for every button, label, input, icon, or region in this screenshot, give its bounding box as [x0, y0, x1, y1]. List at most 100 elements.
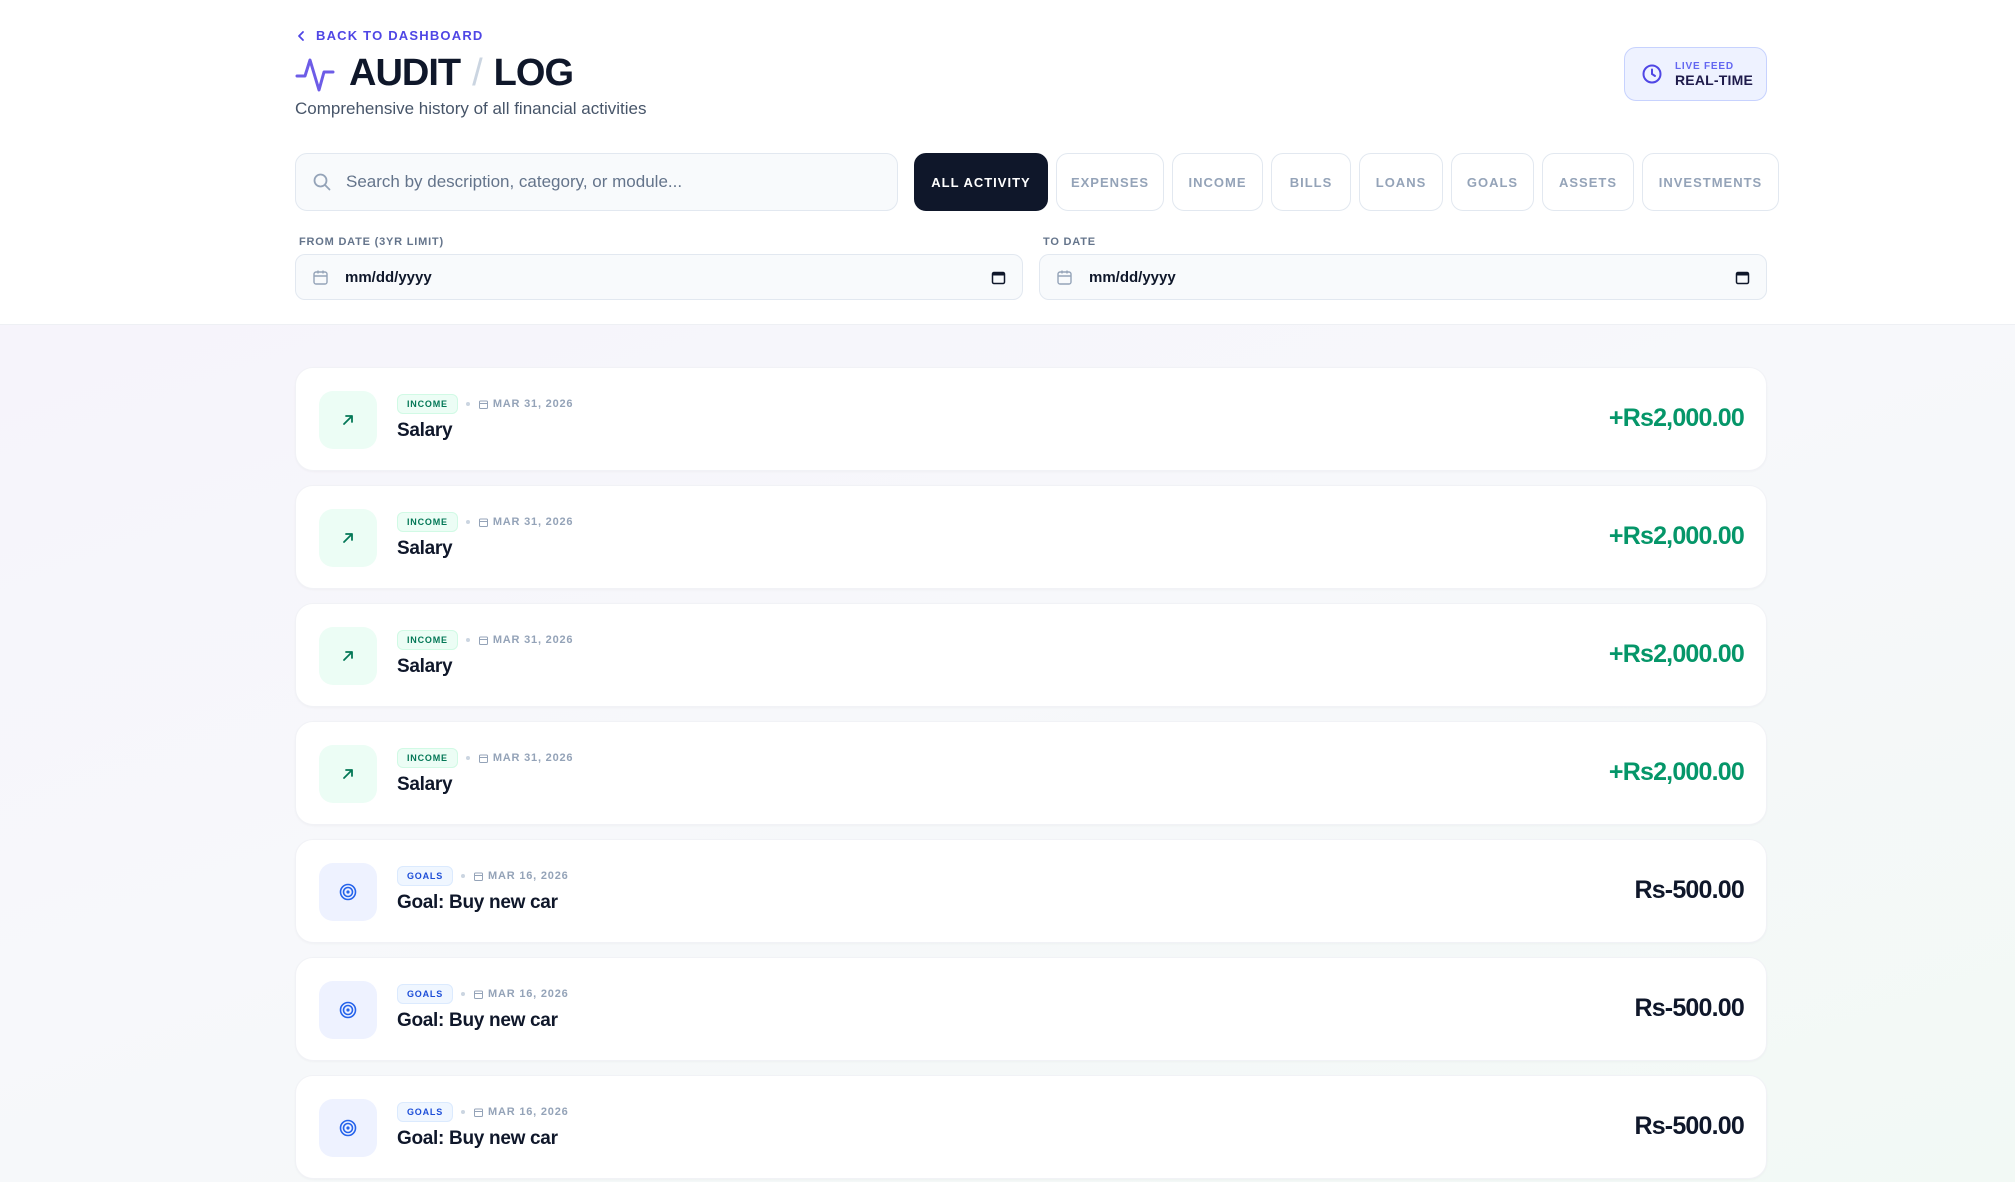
entry-icon-box: [319, 391, 377, 449]
title-audit: AUDIT: [349, 52, 461, 94]
entry-description: Salary: [397, 420, 453, 441]
arrow-up-right-icon: [343, 533, 353, 543]
separator-dot: [465, 520, 470, 524]
module-badge: GOALS: [397, 1102, 454, 1122]
entry-description: Goal: Buy new car: [397, 892, 558, 913]
target-icon: [339, 1001, 357, 1019]
search-input[interactable]: [346, 172, 866, 192]
entry-description: Salary: [397, 774, 453, 795]
entry-date-text: MAR 31, 2026: [492, 634, 574, 646]
entry-icon-box: [319, 1099, 377, 1157]
tab-income[interactable]: INCOME: [1172, 153, 1263, 211]
title-log: LOG: [493, 52, 574, 94]
entry-date-text: MAR 16, 2026: [488, 870, 569, 882]
audit-entry-row[interactable]: INCOME MAR 31, 2026 Salary +Rs2,000.00: [295, 367, 1767, 471]
module-badge: INCOME: [397, 512, 458, 532]
calendar-icon: [478, 518, 488, 527]
audit-entry-row[interactable]: GOALS MAR 16, 2026 Goal: Buy new car Rs-500…: [295, 1075, 1767, 1179]
entry-icon-box: [319, 627, 377, 685]
calendar-icon: [1057, 270, 1072, 285]
entry-date-text: MAR 31, 2026: [492, 516, 574, 528]
module-badge: GOALS: [397, 984, 454, 1004]
date-picker-icon[interactable]: [991, 270, 1006, 285]
audit-entry-row[interactable]: INCOME MAR 31, 2026 Salary +Rs2,000.00: [295, 721, 1767, 825]
tab-assets[interactable]: ASSETS: [1542, 153, 1634, 211]
page-subtitle: Comprehensive history of all financial a…: [295, 99, 647, 118]
entry-date-text: MAR 31, 2026: [492, 398, 574, 410]
audit-entry-row[interactable]: GOALS MAR 16, 2026 Goal: Buy new car Rs-500…: [295, 839, 1767, 943]
separator-dot: [465, 638, 470, 642]
to-date-label: TO DATE: [1043, 236, 1096, 248]
entry-date: MAR 31, 2026: [478, 634, 574, 646]
entry-icon-box: [319, 863, 377, 921]
search-icon: [313, 173, 331, 191]
entry-date: MAR 31, 2026: [478, 398, 574, 410]
calendar-icon: [478, 754, 488, 763]
entry-icon-box: [319, 981, 377, 1039]
activity-pulse-icon: [295, 58, 335, 91]
target-icon: [339, 1119, 357, 1137]
live-feed-status: REAL-TIME: [1675, 71, 1754, 88]
back-to-dashboard-link[interactable]: BACK TO DASHBOARD: [295, 28, 484, 43]
entry-date-text: MAR 16, 2026: [488, 988, 569, 1000]
entry-amount: +Rs2,000.00: [1608, 640, 1745, 668]
entry-amount: Rs-500.00: [1634, 994, 1744, 1022]
title-separator: /: [472, 52, 483, 94]
entry-meta: INCOME MAR 31, 2026: [397, 512, 573, 532]
entry-meta: GOALS MAR 16, 2026: [397, 1102, 569, 1122]
audit-entry-row[interactable]: INCOME MAR 31, 2026 Salary +Rs2,000.00: [295, 485, 1767, 589]
arrow-up-right-icon: [343, 415, 353, 425]
calendar-icon: [474, 990, 484, 999]
audit-entry-row[interactable]: GOALS MAR 16, 2026 Goal: Buy new car Rs-500…: [295, 957, 1767, 1061]
entry-description: Salary: [397, 656, 453, 677]
entry-amount: +Rs2,000.00: [1608, 404, 1745, 432]
tab-all-activity[interactable]: ALL ACTIVITY: [914, 153, 1048, 211]
calendar-icon: [478, 636, 488, 645]
tab-goals[interactable]: GOALS: [1451, 153, 1534, 211]
audit-entry-row[interactable]: INCOME MAR 31, 2026 Salary +Rs2,000.00: [295, 603, 1767, 707]
tab-investments[interactable]: INVESTMENTS: [1642, 153, 1779, 211]
entry-meta: GOALS MAR 16, 2026: [397, 984, 569, 1004]
entry-date: MAR 31, 2026: [478, 752, 574, 764]
entry-description: Goal: Buy new car: [397, 1010, 558, 1031]
entry-icon-box: [319, 509, 377, 567]
tab-expenses[interactable]: EXPENSES: [1056, 153, 1164, 211]
clock-icon: [1642, 64, 1662, 84]
entry-date: MAR 31, 2026: [478, 516, 574, 528]
search-box[interactable]: [295, 153, 898, 211]
calendar-icon: [313, 270, 328, 285]
back-label: BACK TO DASHBOARD: [316, 28, 484, 43]
tab-loans[interactable]: LOANS: [1359, 153, 1443, 211]
entry-date-text: MAR 31, 2026: [492, 752, 574, 764]
entry-meta: INCOME MAR 31, 2026: [397, 630, 573, 650]
arrow-up-right-icon: [343, 651, 353, 661]
separator-dot: [461, 874, 466, 878]
date-picker-icon[interactable]: [1735, 270, 1750, 285]
from-date-field[interactable]: mm/dd/yyyy: [295, 254, 1023, 300]
to-date-field[interactable]: mm/dd/yyyy: [1039, 254, 1767, 300]
entry-icon-box: [319, 745, 377, 803]
module-badge: INCOME: [397, 394, 458, 414]
entry-date: MAR 16, 2026: [473, 1106, 569, 1118]
separator-dot: [465, 402, 470, 406]
module-badge: GOALS: [397, 866, 454, 886]
entry-date: MAR 16, 2026: [473, 988, 569, 1000]
module-badge: INCOME: [397, 748, 458, 768]
entry-meta: INCOME MAR 31, 2026: [397, 394, 573, 414]
calendar-icon: [474, 1108, 484, 1117]
entry-amount: +Rs2,000.00: [1608, 522, 1745, 550]
module-badge: INCOME: [397, 630, 458, 650]
entry-date: MAR 16, 2026: [473, 870, 569, 882]
to-date-value: mm/dd/yyyy: [1089, 268, 1176, 286]
entry-date-text: MAR 16, 2026: [488, 1106, 569, 1118]
target-icon: [339, 883, 357, 901]
tab-bills[interactable]: BILLS: [1271, 153, 1351, 211]
entry-meta: INCOME MAR 31, 2026: [397, 748, 573, 768]
entry-amount: Rs-500.00: [1634, 1112, 1744, 1140]
entry-meta: GOALS MAR 16, 2026: [397, 866, 569, 886]
entry-description: Salary: [397, 538, 453, 559]
calendar-icon: [478, 400, 488, 409]
entry-description: Goal: Buy new car: [397, 1128, 558, 1149]
chevron-left-icon: [298, 30, 304, 41]
separator-dot: [461, 992, 466, 996]
